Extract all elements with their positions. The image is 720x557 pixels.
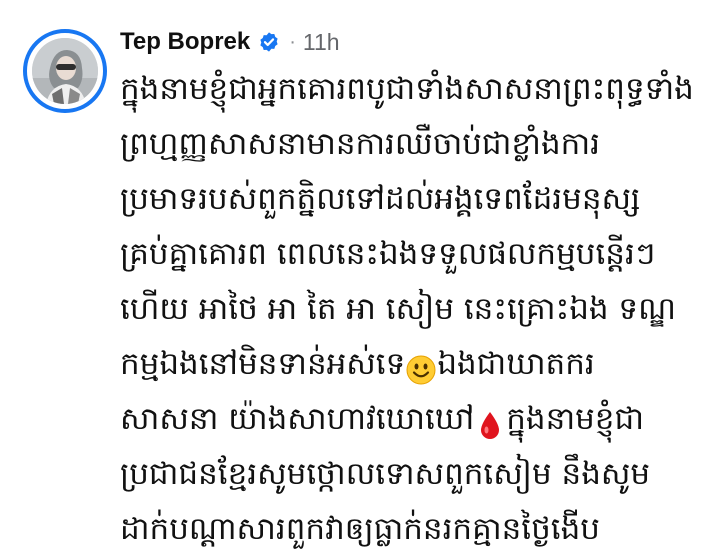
post-text-line: ដាក់បណ្តាសារពួកវាឲ្យធ្លាក់នរកគ្មានថ្ងៃងើ… bbox=[120, 502, 712, 557]
blood-drop-emoji-icon bbox=[475, 403, 505, 439]
meta-separator: · bbox=[289, 30, 296, 53]
avatar[interactable] bbox=[32, 38, 98, 104]
post-text-segment: ព្រហ្មញ្ញសាសនាមានការឈឺចាប់ជាខ្លាំងការ bbox=[120, 126, 600, 162]
post-text-line: ក្នុងនាមខ្ញុំជាអ្នកគោរពបូជាទាំងសាសនាព្រះ… bbox=[120, 62, 712, 117]
post-text-segment: សាសនា យ៉ាងសាហាវឃោឃៅ bbox=[120, 401, 475, 437]
post-text-line: ប្រមាទរបស់ពួកត្និលទៅដល់អង្គទេពដែរមនុស្ស bbox=[120, 172, 712, 227]
post-text-line: សាសនា យ៉ាងសាហាវឃោឃៅ ក្នុងនាមខ្ញុំជា bbox=[120, 392, 712, 447]
profile-avatar-icon bbox=[32, 38, 98, 104]
verified-badge-icon bbox=[258, 31, 280, 53]
post-text-line: គ្រប់គ្នាគោរព ពេលនេះឯងទទួលផលកម្មបន្តើរៗ bbox=[120, 227, 712, 282]
post-text-segment: គ្រប់គ្នាគោរព ពេលនេះឯងទទួលផលកម្មបន្តើរៗ bbox=[120, 236, 656, 272]
author-name[interactable]: Tep Boprek bbox=[120, 28, 250, 56]
post-text-segment: ប្រជាជនខ្មែរសូមថ្កោលទោសពួកសៀម នឹងសូម bbox=[120, 456, 651, 492]
post-timestamp[interactable]: 11h bbox=[303, 29, 340, 56]
post-text-segment: ហើយ អាថៃ អា តៃ អា សៀម នេះគ្រោះឯង ទណ្ឌ bbox=[120, 291, 676, 327]
post-text-segment: ដាក់បណ្តាសារពួកវាឲ្យធ្លាក់នរកគ្មានថ្ងៃងើ… bbox=[120, 511, 600, 547]
post-text-line: កម្មឯងនៅមិនទាន់អស់ទេ ឯងជាឃាតករ bbox=[120, 337, 712, 392]
post-text-line: ហើយ អាថៃ អា តៃ អា សៀម នេះគ្រោះឯង ទណ្ឌ bbox=[120, 282, 712, 337]
post-text-segment: កម្មឯងនៅមិនទាន់អស់ទេ bbox=[120, 346, 406, 382]
social-post: Tep Boprek · 11h ក្នុងនាមខ្ញុំជាអ្នកគោរព… bbox=[0, 0, 720, 547]
post-text-line: ព្រហ្មញ្ញសាសនាមានការឈឺចាប់ជាខ្លាំងការ bbox=[120, 117, 712, 172]
avatar-story-ring[interactable] bbox=[23, 29, 107, 113]
post-text-segment: ឯងជាឃាតករ bbox=[437, 346, 595, 382]
post-text-segment: ក្នុងនាមខ្ញុំជា bbox=[506, 401, 644, 437]
smiling-face-emoji-icon bbox=[406, 348, 436, 384]
post-body: ក្នុងនាមខ្ញុំជាអ្នកគោរពបូជាទាំងសាសនាព្រះ… bbox=[120, 62, 712, 557]
post-text-line: ប្រជាជនខ្មែរសូមថ្កោលទោសពួកសៀម នឹងសូម bbox=[120, 447, 712, 502]
post-text-segment: ក្នុងនាមខ្ញុំជាអ្នកគោរពបូជាទាំងសាសនាព្រះ… bbox=[120, 71, 694, 107]
post-text-segment: ប្រមាទរបស់ពួកត្និលទៅដល់អង្គទេពដែរមនុស្ស bbox=[120, 181, 641, 217]
post-header: Tep Boprek · 11h bbox=[120, 26, 340, 58]
